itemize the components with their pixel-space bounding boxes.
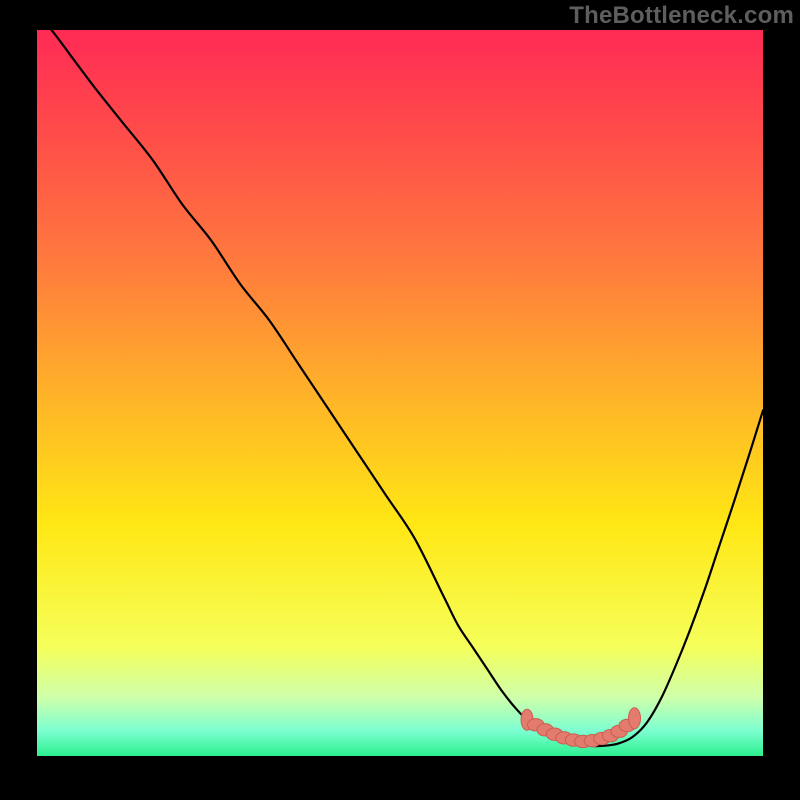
marker-dot <box>629 708 641 729</box>
plot-background <box>37 30 763 756</box>
watermark-text: TheBottleneck.com <box>569 2 794 30</box>
chart-stage: TheBottleneck.com <box>0 0 800 800</box>
bottleneck-chart <box>0 0 800 800</box>
